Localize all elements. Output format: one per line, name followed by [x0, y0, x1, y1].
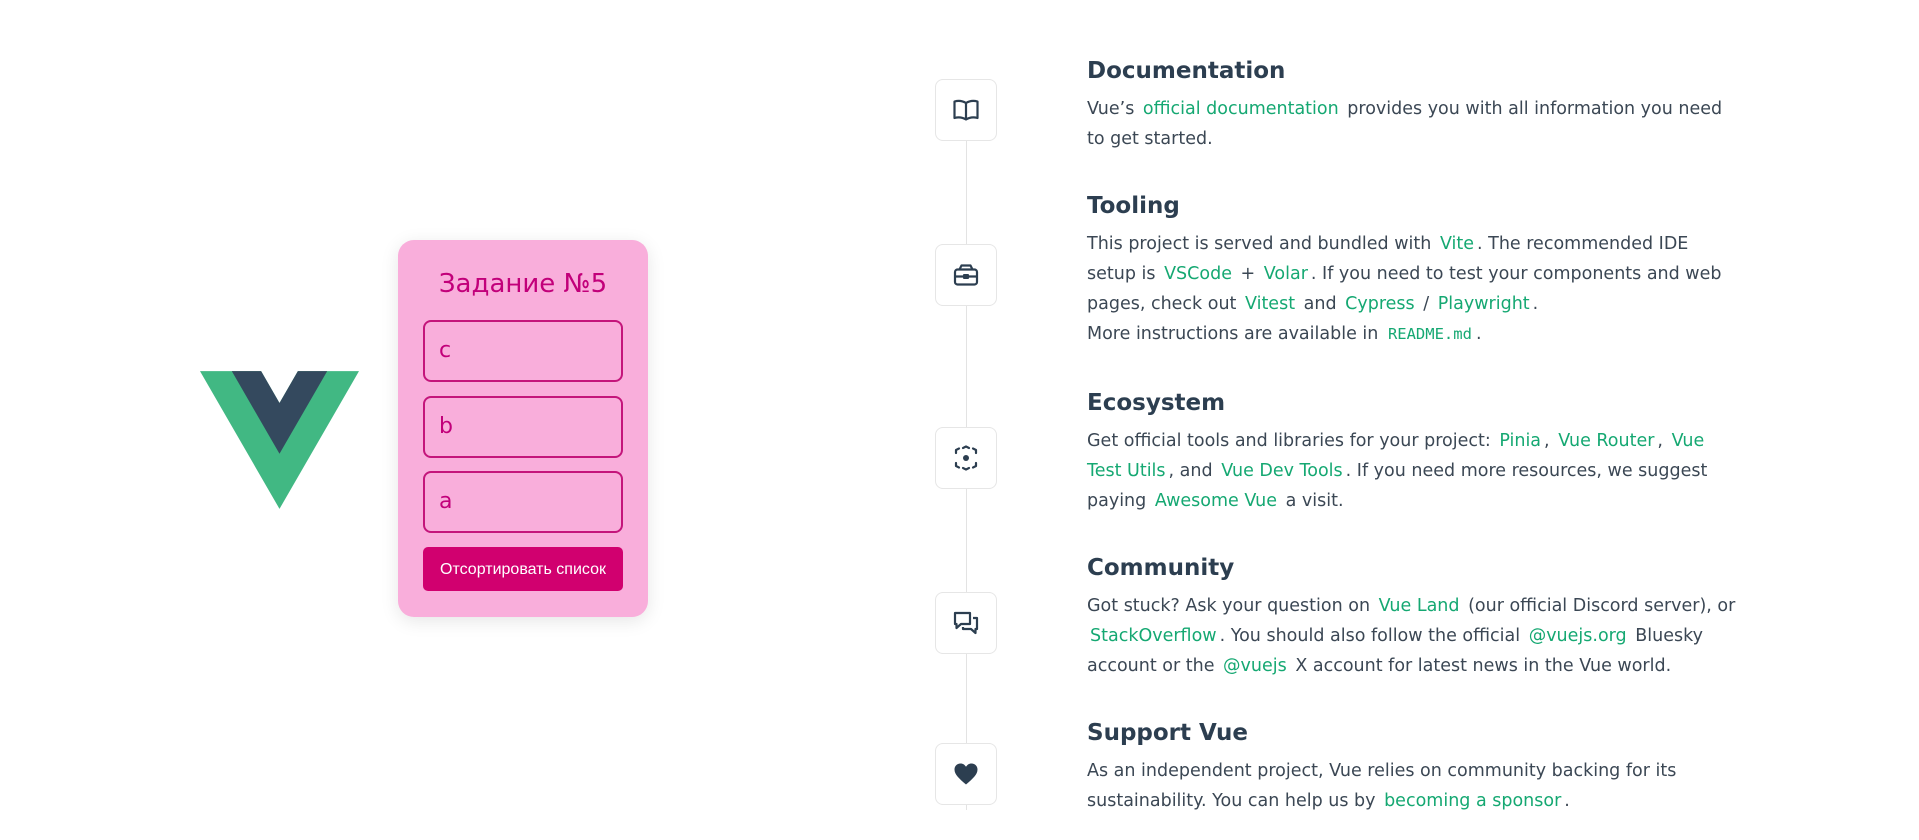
community-text: Got stuck? Ask your question on Vue Land…	[1087, 591, 1737, 681]
list-item[interactable]: c	[423, 320, 623, 382]
tooling-text-part: .	[1475, 324, 1482, 344]
section-community: Community Got stuck? Ask your question o…	[1087, 553, 1737, 681]
awesome-vue-link[interactable]: Awesome Vue	[1152, 491, 1280, 511]
official-documentation-link[interactable]: official documentation	[1140, 99, 1342, 119]
becoming-a-sponsor-link[interactable]: becoming a sponsor	[1381, 791, 1564, 811]
section-ecosystem: Ecosystem Get official tools and librari…	[1087, 388, 1737, 516]
tooling-text-part: +	[1240, 264, 1256, 284]
vue-land-link[interactable]: Vue Land	[1376, 596, 1463, 616]
sort-list-button[interactable]: Отсортировать список	[423, 547, 623, 591]
tooling-heading: Tooling	[1087, 193, 1180, 219]
support-vue-text: As an independent project, Vue relies on…	[1087, 756, 1737, 816]
vue-router-link[interactable]: Vue Router	[1555, 431, 1657, 451]
support-text-part: .	[1564, 791, 1570, 811]
tooling-text-part: /	[1423, 294, 1430, 314]
vite-link[interactable]: Vite	[1437, 234, 1477, 254]
tooling-text-part: More instructions are available in	[1087, 324, 1379, 344]
community-text-part: (our official Discord server), or	[1468, 596, 1736, 616]
ecosystem-icon	[954, 445, 978, 471]
vscode-link[interactable]: VSCode	[1161, 264, 1235, 284]
tooling-text: This project is served and bundled with …	[1087, 229, 1737, 349]
documentation-text-part: Vue’s	[1087, 99, 1135, 119]
community-text-part: Got stuck? Ask your question on	[1087, 596, 1371, 616]
cypress-link[interactable]: Cypress	[1342, 294, 1418, 314]
section-tooling: Tooling This project is served and bundl…	[1087, 191, 1737, 349]
documentation-icon-box	[935, 79, 997, 141]
ecosystem-text-part: ,	[1657, 431, 1663, 451]
chat-icon	[953, 611, 979, 635]
section-support-vue: Support Vue As an independent project, V…	[1087, 718, 1737, 816]
tooling-text-part: and	[1303, 294, 1337, 314]
tooling-text-part: This project is served and bundled with	[1087, 234, 1432, 254]
ecosystem-text-part: ,	[1544, 431, 1550, 451]
list-item[interactable]: b	[423, 396, 623, 458]
community-text-part: X account for latest news in the Vue wor…	[1295, 656, 1672, 676]
task-card: Задание №5 c b a Отсортировать список	[398, 240, 648, 617]
community-icon-box	[935, 592, 997, 654]
ecosystem-heading: Ecosystem	[1087, 390, 1226, 416]
support-icon-box	[935, 743, 997, 805]
book-icon	[953, 99, 979, 121]
vue-dev-tools-link[interactable]: Vue Dev Tools	[1218, 461, 1345, 481]
bluesky-link[interactable]: @vuejs.org	[1526, 626, 1630, 646]
pinia-link[interactable]: Pinia	[1496, 431, 1544, 451]
section-documentation: Documentation Vue’s official documentati…	[1087, 56, 1737, 154]
list-item[interactable]: a	[423, 471, 623, 533]
vue-logo	[200, 371, 359, 509]
playwright-link[interactable]: Playwright	[1435, 294, 1533, 314]
documentation-text: Vue’s official documentation provides yo…	[1087, 94, 1737, 154]
ecosystem-text: Get official tools and libraries for you…	[1087, 426, 1737, 516]
toolbox-icon	[953, 264, 979, 286]
ecosystem-text-part: Get official tools and libraries for you…	[1087, 431, 1491, 451]
documentation-heading: Documentation	[1087, 58, 1286, 84]
ecosystem-icon-box	[935, 427, 997, 489]
community-text-part: . You should also follow the official	[1219, 626, 1521, 646]
volar-link[interactable]: Volar	[1261, 264, 1311, 284]
heart-icon	[954, 763, 978, 785]
vitest-link[interactable]: Vitest	[1242, 294, 1298, 314]
x-link[interactable]: @vuejs	[1220, 656, 1290, 676]
task-title: Задание №5	[438, 269, 608, 299]
support-vue-heading: Support Vue	[1087, 720, 1248, 746]
community-heading: Community	[1087, 555, 1235, 581]
tooling-icon-box	[935, 244, 997, 306]
ecosystem-text-part: a visit.	[1285, 491, 1344, 511]
stackoverflow-link[interactable]: StackOverflow	[1087, 626, 1220, 646]
ecosystem-text-part: , and	[1168, 461, 1213, 481]
readme-code: README.md	[1387, 325, 1472, 343]
tooling-text-part: .	[1532, 294, 1539, 314]
